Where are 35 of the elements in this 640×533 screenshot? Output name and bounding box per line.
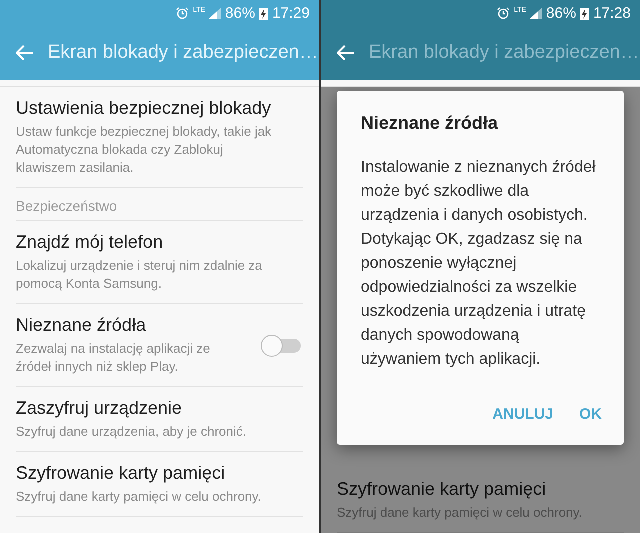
battery-percent: 86% xyxy=(546,4,576,22)
battery-charging-icon xyxy=(259,6,268,20)
dialog-title: Nieznane źródła xyxy=(361,113,500,134)
signal-icon xyxy=(530,8,542,18)
settings-item[interactable]: Zaszyfruj urządzenie Szyfruj dane urządzenia, aby je chronić. xyxy=(16,387,303,452)
alarm-clock-icon xyxy=(176,6,190,20)
back-arrow-icon[interactable] xyxy=(16,45,34,61)
item-title: Nieznane źródła xyxy=(16,315,148,336)
item-description: Zezwalaj na instalację aplikacji ze źródeł innych niż sklep Play. xyxy=(16,340,212,376)
item-title: Szyfrowanie karty pamięci xyxy=(16,463,226,484)
alarm-clock-icon xyxy=(497,6,510,20)
settings-item[interactable]: Szyfrowanie karty pamięci Szyfruj dane karty pamięci w celu ochrony. xyxy=(16,452,303,517)
battery-charging-icon xyxy=(580,6,590,20)
item-description: Szyfruj dane karty pamięci w celu ochrony. xyxy=(16,488,262,506)
clock-time: 17:28 xyxy=(593,4,631,22)
screen-title: Ekran blokady i zabezpieczen… xyxy=(369,42,640,64)
clock-time: 17:29 xyxy=(272,4,310,22)
settings-item[interactable]: Nieznane źródła Zezwalaj na instalację aplikacji ze źródeł innych niż sklep Play. xyxy=(16,304,303,387)
section-header: Bezpieczeństwo xyxy=(16,188,303,221)
item-description: Lokalizuj urządzenie i steruj nim zdalnie za pomocą Konta Samsung. xyxy=(16,257,264,293)
signal-icon xyxy=(209,8,222,18)
item-title: Szyfrowanie karty pamięci xyxy=(337,479,548,500)
item-title: Zaszyfruj urządzenie xyxy=(16,398,184,419)
dialog-message: Instalowanie z nieznanych źródeł może być szkodliwe dla urządzenia i danych osobistych. Dotykając OK, zgadzasz się na ponoszenie wyłącznej odpowiedzialności za wszelkie uszkodzenia urządzenia i utratę danych spowodowaną używaniem tych aplikacji. xyxy=(361,158,597,370)
item-title: Ustawienia bezpiecznej blokady xyxy=(16,98,272,119)
settings-item[interactable]: Znajdź mój telefon Lokalizuj urządzenie i steruj nim zdalnie za pomocą Konta Samsung. xyxy=(16,221,303,304)
screen-title: Ekran blokady i zabezpieczen… xyxy=(48,42,318,64)
settings-item[interactable]: Ustawienia bezpiecznej blokady Ustaw funkcje bezpiecznej blokady, takie jak Automatyczna blokada czy Zablokuj klawiszem zasilania. xyxy=(16,87,303,188)
item-title: Znajdź mój telefon xyxy=(16,232,164,253)
battery-percent: 86% xyxy=(225,4,256,22)
item-description: Szyfruj dane urządzenia, aby je chronić. xyxy=(16,423,248,441)
item-description: Ustaw funkcje bezpiecznej blokady, takie jak Automatyczna blokada czy Zablokuj klawiszem zasilania. xyxy=(16,123,273,177)
back-arrow-icon[interactable] xyxy=(337,45,355,61)
settings-item[interactable]: Szyfrowanie karty pamięci Szyfruj dane karty pamięci w celu ochrony. xyxy=(337,468,624,533)
item-description: Szyfruj dane karty pamięci w celu ochrony. xyxy=(337,504,584,522)
